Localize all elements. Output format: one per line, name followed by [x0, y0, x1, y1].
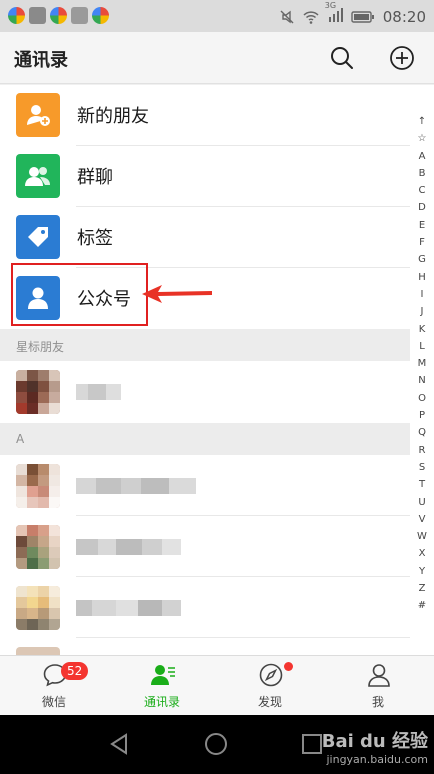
page-title: 通讯录 [14, 50, 68, 71]
tab-discover[interactable]: 发现 [216, 656, 324, 716]
section-title: A [16, 432, 25, 446]
tag-icon [16, 215, 60, 259]
battery-icon [351, 11, 374, 23]
index-letter[interactable]: E [410, 217, 434, 234]
title-bar: 通讯录 [0, 32, 434, 84]
tags-item[interactable]: 标签 [0, 207, 410, 268]
tab-me[interactable]: 我 [324, 656, 432, 716]
index-letter[interactable]: B [410, 165, 434, 182]
bottom-tab-bar: 52 微信 通讯录 发现 我 [0, 655, 434, 715]
tab-label: 微信 [41, 695, 66, 709]
group-chat-icon [16, 154, 60, 198]
blurred-name [76, 600, 181, 616]
contact-row[interactable] [0, 577, 410, 638]
section-title: 星标朋友 [16, 340, 65, 354]
compass-icon [259, 663, 283, 687]
index-letter[interactable]: H [410, 269, 434, 286]
image-notification-icon [29, 7, 46, 24]
index-letter[interactable]: ↑ [410, 113, 434, 130]
home-button[interactable] [204, 732, 228, 756]
unread-badge: 52 [61, 662, 89, 680]
index-letter[interactable]: D [410, 199, 434, 216]
avatar [16, 525, 60, 569]
section-header-starred: 星标朋友 [0, 329, 410, 361]
status-bar: 3G 08:20 [0, 0, 434, 32]
index-letter[interactable]: T [410, 476, 434, 493]
avatar [16, 464, 60, 508]
index-letter[interactable]: N [410, 372, 434, 389]
index-letter[interactable]: V [410, 511, 434, 528]
index-letter[interactable]: I [410, 286, 434, 303]
index-letter[interactable]: C [410, 182, 434, 199]
add-button[interactable] [389, 45, 415, 71]
group-chat-label: 群聊 [77, 167, 113, 188]
avatar [16, 586, 60, 630]
index-letter[interactable]: K [410, 321, 434, 338]
back-button[interactable] [108, 732, 132, 756]
index-letter[interactable]: Q [410, 424, 434, 441]
search-button[interactable] [329, 45, 355, 71]
watermark-url: jingyan.baidu.com [326, 753, 428, 766]
index-letter[interactable]: J [410, 303, 434, 320]
contact-list: 新的朋友 群聊 标签 公众号 星标朋友 A [0, 85, 434, 655]
index-letter[interactable]: A [410, 148, 434, 165]
app-notification-icon [92, 7, 109, 24]
notification-icons [8, 7, 109, 24]
index-letter[interactable]: M [410, 355, 434, 372]
index-letter[interactable]: X [410, 545, 434, 562]
index-letter[interactable]: L [410, 338, 434, 355]
new-indicator-dot [284, 662, 293, 671]
contact-row[interactable] [0, 516, 410, 577]
mute-icon [280, 10, 294, 24]
tab-label: 我 [371, 695, 384, 709]
app-notification-icon [8, 7, 25, 24]
system-navigation-bar: Bai du 经验 jingyan.baidu.com [0, 715, 434, 774]
index-letter[interactable]: U [410, 494, 434, 511]
index-letter[interactable]: Y [410, 563, 434, 580]
new-friends-item[interactable]: 新的朋友 [0, 85, 410, 146]
contact-row[interactable] [0, 455, 410, 516]
new-friends-label: 新的朋友 [77, 106, 149, 127]
index-letter[interactable]: F [410, 234, 434, 251]
recents-button[interactable] [300, 732, 324, 756]
tab-contacts[interactable]: 通讯录 [108, 656, 216, 716]
alphabet-index-bar[interactable]: ↑ ☆ A B C D E F G H I J K L M N O P Q R S T U V W X Y Z # [410, 113, 434, 615]
highlight-box [11, 263, 148, 326]
index-letter[interactable]: # [410, 597, 434, 614]
watermark: Bai du 经验 jingyan.baidu.com [322, 727, 428, 766]
index-letter[interactable]: S [410, 459, 434, 476]
watermark-brand: Bai du 经验 [321, 731, 428, 752]
section-header-a: A [0, 423, 410, 455]
clock: 08:20 [382, 8, 426, 26]
wifi-icon [303, 11, 319, 24]
blurred-name [76, 539, 181, 555]
avatar [16, 370, 60, 414]
contact-row[interactable] [0, 361, 410, 422]
network-type: 3G [324, 1, 337, 10]
tab-label: 发现 [257, 695, 282, 709]
group-chat-item[interactable]: 群聊 [0, 146, 410, 207]
person-icon [368, 664, 390, 687]
clean-notification-icon [71, 7, 88, 24]
arrow-annotation-icon [142, 285, 212, 303]
avatar [16, 647, 60, 655]
index-letter[interactable]: W [410, 528, 434, 545]
index-letter[interactable]: P [410, 407, 434, 424]
blurred-name [76, 478, 196, 494]
contacts-icon [151, 665, 175, 685]
index-letter[interactable]: O [410, 390, 434, 407]
app-notification-icon [50, 7, 67, 24]
index-letter[interactable]: Z [410, 580, 434, 597]
tags-label: 标签 [77, 228, 113, 249]
index-letter[interactable]: G [410, 251, 434, 268]
index-letter[interactable]: R [410, 442, 434, 459]
add-friend-icon [16, 93, 60, 137]
index-letter[interactable]: ☆ [410, 130, 434, 147]
tab-chats[interactable]: 52 微信 [0, 656, 108, 716]
contact-row[interactable] [0, 638, 410, 655]
tab-label: 通讯录 [143, 695, 180, 709]
blurred-name [76, 384, 121, 400]
